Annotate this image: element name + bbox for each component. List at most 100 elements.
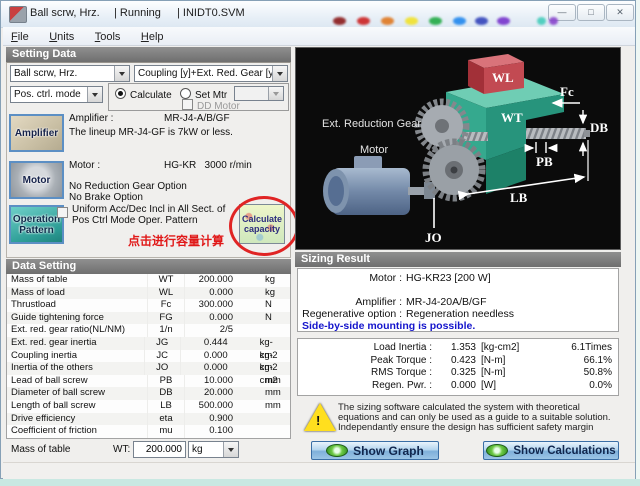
table-row[interactable]: ThrustloadFc300.000N [7, 299, 290, 312]
show-graph-button[interactable]: Show Graph [311, 441, 439, 460]
sizing-result-header: Sizing Result [295, 252, 621, 267]
table-row[interactable]: Inertia of the othersJO0.000kg-cm2 [7, 362, 290, 375]
show-graph-label: Show Graph [353, 444, 424, 458]
close-button[interactable]: ✕ [606, 4, 634, 21]
unit-combo[interactable]: kg [188, 441, 239, 458]
uniform-checkbox-line1: Uniform Acc/Dec Incl in All Sect. of [72, 204, 225, 215]
app-icon [9, 6, 27, 23]
radio-calculate[interactable]: Calculate [115, 88, 172, 101]
window-status: | Running [114, 7, 161, 19]
desktop-edge [0, 479, 640, 486]
table-row[interactable]: Drive efficiencyeta0.900 [7, 413, 290, 426]
sizing-result-metrics: Load Inertia :1.353[kg-cm2]6.1Times Peak… [297, 338, 619, 396]
sizing-result-summary: Motor : HG-KR23 [200 W] Amplifier : MR-J… [297, 268, 619, 332]
fc-label: Fc [560, 84, 574, 100]
checkbox-icon [182, 99, 193, 110]
menu-help[interactable]: Help [133, 29, 172, 47]
radio-calculate-label: Calculate [130, 90, 172, 101]
status-bar [3, 462, 635, 479]
table-row[interactable]: Lead of ball screwPB10.000mm [7, 375, 290, 388]
chevron-down-icon[interactable] [87, 87, 102, 102]
table-row[interactable]: Diameter of ball screwDB20.000mm [7, 387, 290, 400]
editor-label: Mass of table [11, 444, 70, 455]
window-title: Ball scrw, Hrz. [30, 7, 100, 19]
set-motor-combo [234, 86, 284, 101]
eye-icon [486, 444, 508, 457]
unit-combo-value: kg [189, 444, 223, 455]
menu-tools[interactable]: Tools [87, 29, 129, 47]
window-filename: | INIDT0.SVM [177, 7, 245, 19]
dd-motor-label: DD Motor [197, 101, 240, 112]
desktop-dot [537, 17, 546, 25]
dd-motor-checkbox: DD Motor [182, 99, 240, 112]
result-motor-label: Motor : [298, 272, 402, 284]
uniform-accdec-checkbox[interactable] [57, 207, 68, 218]
motor-note-1: No Reduction Gear Option [69, 181, 187, 192]
motor-diagram-label: Motor [360, 144, 388, 156]
chevron-down-icon[interactable] [114, 66, 129, 81]
desktop-dot [381, 17, 394, 25]
table-row[interactable]: Length of ball screwLB500.000mm [7, 400, 290, 413]
control-mode-combo[interactable]: Pos. ctrl. mode [10, 86, 103, 103]
desktop-dot [497, 17, 510, 25]
eye-icon [326, 444, 348, 457]
table-row[interactable]: Coefficient of frictionmu0.100 [7, 425, 290, 438]
uniform-checkbox-line2: Pos Ctrl Mode Oper. Pattern [72, 215, 198, 226]
desktop-dot [333, 17, 346, 25]
table-row[interactable]: Ext. red. gear ratio(NL/NM)1/n2/5 [7, 324, 290, 337]
application-window: Ball scrw, Hrz. | Running | INIDT0.SVM —… [0, 0, 636, 479]
warning-line-3: Independantly ensure the design has suff… [338, 423, 593, 434]
result-regen-value: Regeneration needless [402, 308, 514, 320]
chevron-down-icon [268, 87, 283, 100]
title-bar[interactable]: Ball scrw, Hrz. | Running | INIDT0.SVM —… [1, 1, 635, 28]
mechanism-combo-value: Ball scrw, Hrz. [11, 68, 114, 79]
result-amplifier-value: MR-J4-20A/B/GF [402, 296, 487, 308]
desktop-dot [429, 17, 442, 25]
mounting-note: Side-by-side mounting is possible. [302, 320, 622, 332]
metric-row: RMS Torque :0.325[N-m]50.8% [298, 367, 618, 380]
table-row[interactable]: Coupling inertiaJC0.000kg-cm2 [7, 350, 290, 363]
table-row[interactable]: Guide tightening forceFG0.000N [7, 312, 290, 325]
motor-label: Motor : [69, 160, 100, 171]
operation-pattern-button[interactable]: Operation Pattern [9, 205, 64, 244]
menu-units[interactable]: Units [41, 29, 82, 47]
motor-button[interactable]: Motor [9, 161, 64, 199]
table-row[interactable]: Ext. red. gear inertiaJG0.444kg-cm2 [7, 337, 290, 350]
show-calculations-label: Show Calculations [513, 445, 615, 457]
desktop-dot [475, 17, 488, 25]
table-row[interactable]: Mass of tableWT200.000kg [7, 274, 290, 287]
data-setting-header: Data Setting [6, 259, 291, 274]
metric-row: Load Inertia :1.353[kg-cm2]6.1Times [298, 342, 618, 355]
chevron-down-icon[interactable] [223, 442, 238, 457]
chevron-down-icon[interactable] [272, 66, 287, 81]
desktop-dot [453, 17, 466, 25]
result-amplifier-label: Amplifier : [298, 296, 402, 308]
lb-label: LB [510, 190, 527, 206]
mass-of-table-input[interactable] [133, 441, 186, 458]
mechanism-combo[interactable]: Ball scrw, Hrz. [10, 65, 130, 82]
coupling-combo[interactable]: Coupling [y]+Ext. Red. Gear [y] [134, 65, 288, 82]
db-label: DB [590, 120, 608, 136]
menu-bar: File Units Tools Help [3, 27, 635, 46]
result-motor-value: HG-KR23 [200 W] [402, 272, 491, 284]
show-calculations-button[interactable]: Show Calculations [483, 441, 619, 460]
mechanism-art [296, 48, 621, 250]
jo-label: JO [425, 230, 442, 246]
wl-label: WL [492, 70, 514, 86]
motor-note-2: No Brake Option [69, 192, 143, 203]
maximize-button[interactable]: □ [577, 4, 605, 21]
table-row[interactable]: Mass of loadWL0.000kg [7, 287, 290, 300]
amplifier-label: Amplifier : [69, 113, 113, 124]
desktop-dot [405, 17, 418, 25]
amplifier-button[interactable]: Amplifier [9, 114, 64, 152]
radio-button-icon [115, 88, 126, 99]
amplifier-note: The lineup MR-J4-GF is 7kW or less. [69, 127, 233, 138]
motor-value: HG-KR 3000 r/min [164, 160, 252, 171]
ext-reduction-gear-label: Ext. Reduction Gear [322, 118, 421, 130]
red-circle-annotation [229, 196, 299, 256]
warning-icon: ! [304, 403, 336, 431]
menu-file[interactable]: File [3, 29, 37, 47]
data-setting-table: Mass of tableWT200.000kg Mass of loadWL0… [6, 274, 291, 439]
wt-label: WT [501, 110, 523, 126]
desktop-dot [549, 17, 558, 25]
